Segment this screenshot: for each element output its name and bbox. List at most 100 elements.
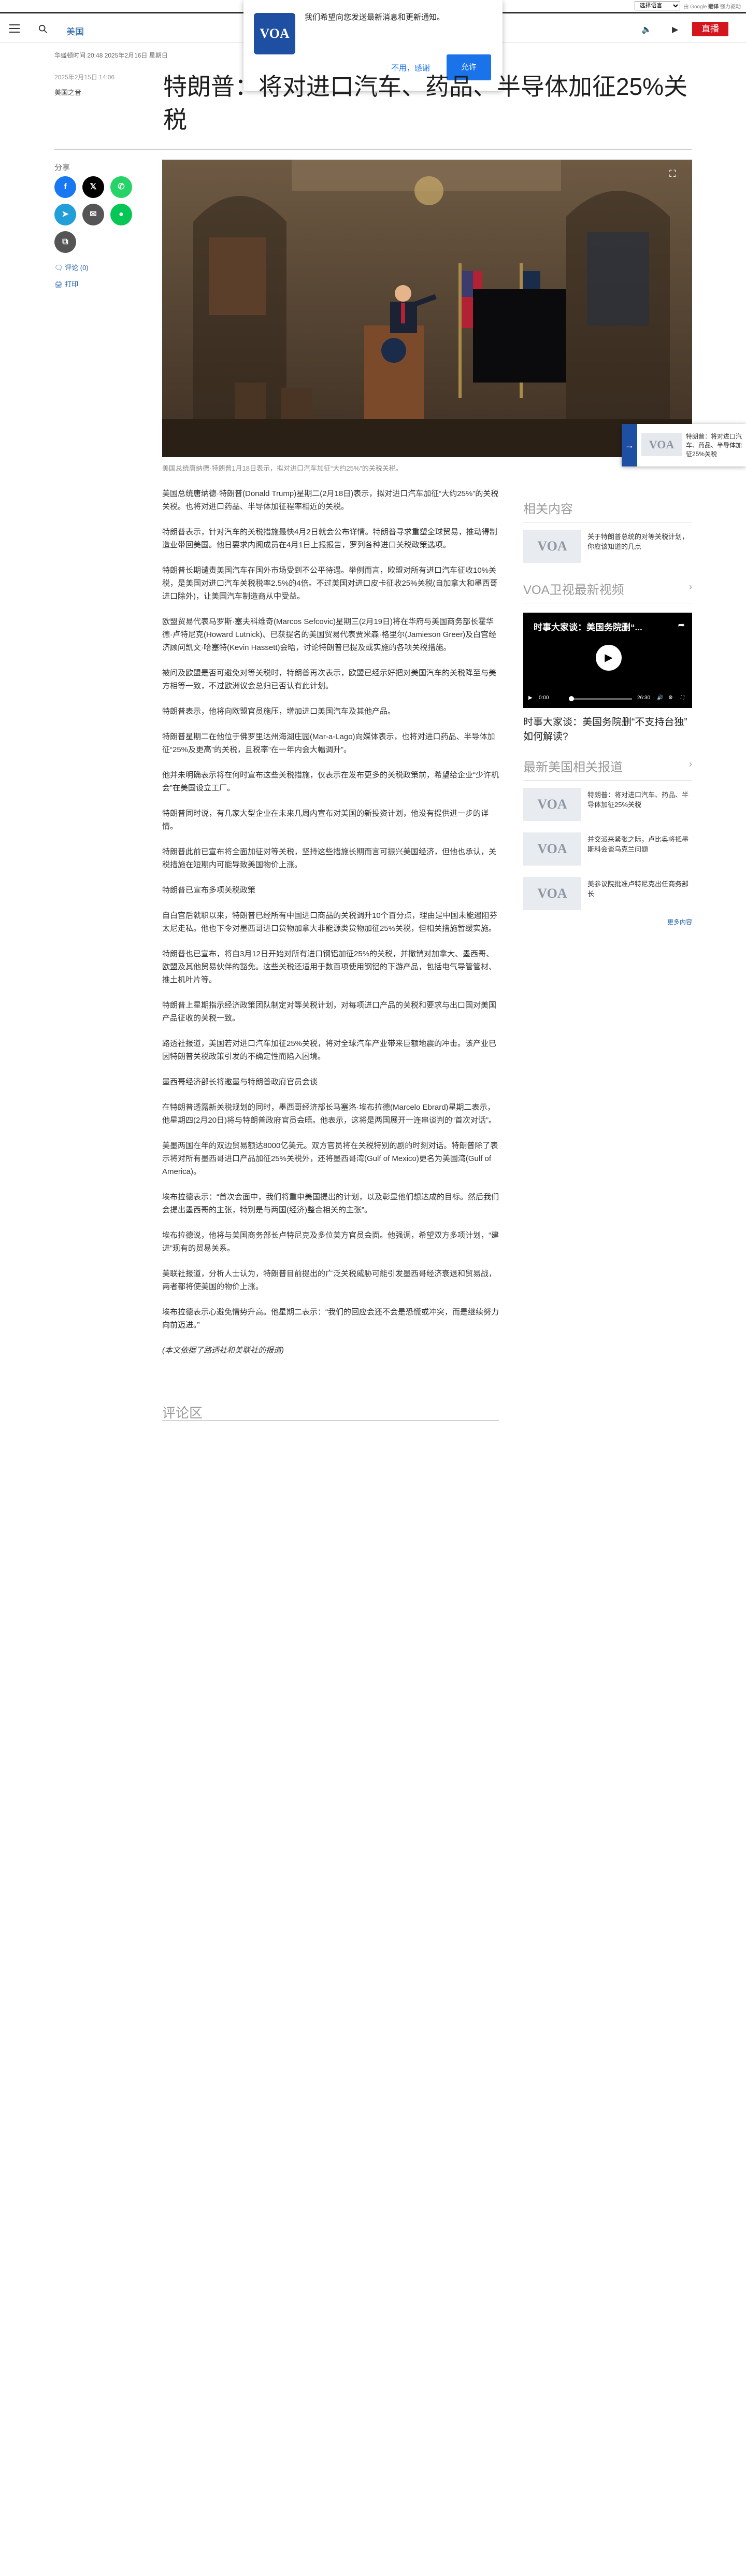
share-label: 分享	[54, 163, 70, 172]
voa-thumbnail-logo: VOA	[523, 877, 581, 910]
search-icon[interactable]	[38, 24, 48, 34]
article-source: 美国之音	[54, 89, 82, 96]
video-section-title[interactable]: VOA卫视最新视频 ›	[523, 579, 692, 603]
whatsapp-share-icon[interactable]: ✆	[110, 176, 132, 198]
paragraph: 埃布拉德表示：“首次会面中，我们将重申美国提出的计划，以及彰显他们想达成的目标。…	[162, 1193, 499, 1214]
play-icon[interactable]: ▶	[596, 645, 622, 671]
article-body: 美国总统唐纳德·特朗普(Donald Trump)星期二(2月18日)表示，拟对…	[162, 487, 499, 1369]
x-share-icon[interactable]: 𝕏	[82, 176, 104, 198]
source-note: (本文依据了路透社和美联社的报道)	[162, 1346, 284, 1355]
latest-item-text[interactable]: 美参议院批准卢特尼克出任商务部长	[587, 879, 691, 899]
paragraph: 特朗普上星期指示经济政策团队制定对等关税计划，对每项进口产品的关税和要求与出口国…	[162, 1001, 497, 1023]
print-link[interactable]: 🖨 打印	[54, 279, 78, 289]
audio-icon[interactable]: 🔈	[641, 24, 652, 35]
comments-divider	[162, 1420, 499, 1421]
related-item-text[interactable]: 关于特朗普总统的对等关税计划，你应该知道的几点	[587, 532, 691, 551]
sidebar-related: 相关内容 VOA 关于特朗普总统的对等关税计划，你应该知道的几点	[523, 499, 692, 567]
related-title: 相关内容	[523, 499, 692, 522]
paragraph: 特朗普同时说，有几家大型企业在未来几周内宣布对美国的新投资计划，他没有提供进一步…	[162, 809, 489, 831]
page-title: 特朗普：将对进口汽车、药品、半导体加征25%关税	[163, 73, 688, 133]
latest-item[interactable]: VOA 并交派来紧张之际，卢比奥将抵墨斯科会谈乌克兰问题	[523, 832, 692, 870]
paragraph: 特朗普表示，针对汽车的关税措施最快4月2日就会公布详情。特朗普寻求重塑全球贸易，…	[162, 528, 497, 549]
duration: 26:30	[637, 695, 651, 701]
latest-item-text[interactable]: 特朗普：将对进口汽车、药品、半导体加征25%关税	[587, 790, 691, 810]
comment-icon: 🗨	[54, 264, 65, 272]
paragraph: 美国总统唐纳德·特朗普(Donald Trump)星期二(2月18日)表示，拟对…	[162, 489, 499, 511]
voa-thumbnail-logo: VOA	[523, 530, 581, 563]
publish-date: 2025年2月15日 14:06	[54, 74, 115, 81]
title-divider	[54, 149, 692, 150]
powered-prefix: 由 Google	[683, 4, 707, 10]
print-icon: 🖨	[54, 280, 65, 288]
email-share-icon[interactable]: ✉	[82, 204, 104, 225]
paragraph: 欧盟贸易代表马罗斯·塞夫科维奇(Marcos Sefcovic)星期三(2月19…	[162, 617, 497, 652]
subheading: 特朗普已宣布多项关税政策	[162, 886, 256, 895]
latest-title-text: 最新美国相关报道	[523, 760, 623, 774]
more-link[interactable]: 更多内容	[523, 917, 692, 926]
paragraph: 埃布拉德说，他将与美国商务部长卢特尼克及多位美方官员会面。他强调，希望双方多项计…	[162, 1231, 499, 1253]
image-caption: 美国总统唐纳德·特朗普1月18日表示，拟对进口汽车加征“大约25%”的关税关税。	[162, 464, 403, 472]
video-caption[interactable]: 时事大家谈：美国务院删“不支持台独” 如何解读?	[523, 715, 692, 744]
volume-icon[interactable]: 🔊	[657, 695, 663, 701]
comments-link-label: 评论 (0)	[65, 264, 89, 272]
notification-message: 我们希望向您发送最新消息和更新通知。	[305, 13, 445, 22]
chevron-right-icon: ›	[689, 759, 692, 769]
dateline: 华盛顿时间 20:48 2025年2月16日 星期日	[54, 52, 168, 59]
paragraph: 被问及欧盟是否可避免对等关税时，特朗普再次表示，欧盟已经示好把对美国汽车的关税降…	[162, 669, 497, 690]
paragraph: 埃布拉德表示心避免情势升高。他星期二表示：“我们的回应会还不会是恐慌或冲突，而是…	[162, 1308, 499, 1329]
telegram-share-icon[interactable]: ➤	[54, 204, 76, 225]
voa-thumbnail-logo: VOA	[523, 788, 581, 821]
latest-item[interactable]: VOA 特朗普：将对进口汽车、药品、半导体加征25%关税	[523, 788, 692, 825]
latest-item[interactable]: VOA 美参议院批准卢特尼克出任商务部长	[523, 877, 692, 914]
paragraph: 自白宫后就职以来，特朗普已经所有中国进口商品的关税调升10个百分点，理由是中国未…	[162, 911, 497, 933]
sidebar-latest: 最新美国相关报道 › VOA 特朗普：将对进口汽车、药品、半导体加征25%关税 …	[523, 757, 692, 926]
sidebar-video: VOA卫视最新视频 › 时事大家谈：美国务院删“... ➦ ▶ ▶ 0:00 2…	[523, 579, 692, 744]
fullscreen-icon[interactable]: ⛶	[669, 168, 683, 182]
settings-icon[interactable]: ⚙	[668, 695, 673, 701]
video-overlay-title: 时事大家谈：美国务院删“...	[534, 622, 642, 632]
play-small-icon[interactable]: ▶	[528, 695, 533, 701]
paragraph: 特朗普长期谴责美国汽车在国外市场受到不公平待遇。举例而言，欧盟对所有进口汽车征收…	[162, 566, 498, 601]
video-icon[interactable]: ▶	[672, 24, 678, 35]
paragraph: 特朗普也已宣布，将自3月12日开始对所有进口钢铝加征25%的关税，并撤销对加拿大…	[162, 950, 497, 984]
comments-link[interactable]: 🗨 评论 (0)	[54, 262, 89, 272]
progress-track[interactable]	[570, 698, 632, 700]
paragraph: 美联社报道，分析人士认为，特朗普目前提出的广泛关税威胁可能引发墨西哥经济衰退和贸…	[162, 1269, 497, 1291]
video-player[interactable]: 时事大家谈：美国务院删“... ➦ ▶ ▶ 0:00 26:30 🔊 ⚙ ⛶	[523, 613, 692, 708]
share-icon[interactable]: ➦	[678, 620, 685, 630]
menu-icon[interactable]	[9, 24, 20, 33]
facebook-share-icon[interactable]: f	[54, 176, 76, 198]
line-share-icon[interactable]: ●	[110, 204, 132, 225]
section-link-us[interactable]: 美国	[66, 24, 84, 37]
paragraph: 美墨两国在年的双边贸易额达8000亿美元。双方官员将在关税特别的剧的时刻对话。特…	[162, 1141, 498, 1176]
powered-brand[interactable]: 翻译	[708, 4, 719, 10]
translate-controls: 选择语言 由 Google 翻译 强力驱动	[635, 1, 741, 10]
voa-thumbnail-logo: VOA	[641, 433, 682, 456]
related-item[interactable]: VOA 关于特朗普总统的对等关税计划，你应该知道的几点	[523, 530, 692, 567]
paragraph: 特朗普星期二在他位于佛罗里达州海湖庄园(Mar-a-Lago)向媒体表示，也将对…	[162, 732, 495, 754]
voa-logo: VOA	[254, 13, 295, 54]
powered-suffix: 强力驱动	[720, 4, 741, 10]
copy-link-icon[interactable]: ⧉	[54, 231, 76, 253]
hero-photo-illustration	[162, 160, 692, 457]
paragraph: 特朗普此前已宣布将全面加征对等关税，坚持这些措施长期而言可振兴美国经济，但他也承…	[162, 847, 497, 869]
paragraph: 他并未明确表示将在何时宣布这些关税措施，仅表示在发布更多的关税政策前，希望给企业…	[162, 771, 499, 792]
latest-title[interactable]: 最新美国相关报道 ›	[523, 757, 692, 781]
fullscreen-small-icon[interactable]: ⛶	[681, 695, 684, 701]
language-select[interactable]: 选择语言	[635, 1, 681, 10]
progress-handle[interactable]	[569, 696, 574, 701]
live-button[interactable]: 直播	[692, 22, 728, 36]
arrow-right-icon[interactable]: →	[622, 424, 637, 466]
latest-item-text[interactable]: 并交派来紧张之际，卢比奥将抵墨斯科会谈乌克兰问题	[587, 834, 691, 854]
paragraph: 在特朗普透露新关税规划的同时，墨西哥经济部长马塞洛·埃布拉德(Marcelo E…	[162, 1103, 497, 1125]
subheading: 墨西哥经济部长将邀墨与特朗普政府官员会谈	[162, 1078, 318, 1086]
print-link-label: 打印	[65, 280, 79, 288]
video-controls: ▶ 0:00 26:30 🔊 ⚙ ⛶	[523, 689, 692, 708]
video-section-title-text: VOA卫视最新视频	[523, 583, 624, 597]
powered-by-text: 由 Google 翻译 强力驱动	[683, 2, 741, 10]
paragraph: 特朗普表示，他将向欧盟官员施压，增加进口美国汽车及其他产品。	[162, 707, 396, 716]
current-time: 0:00	[539, 695, 549, 701]
floating-card-text: 特朗普：将对进口汽车、药品、半导体加征25%关税	[686, 433, 742, 458]
floating-related-card[interactable]: → VOA 特朗普：将对进口汽车、药品、半导体加征25%关税	[622, 424, 746, 466]
voa-thumbnail-logo: VOA	[523, 832, 581, 866]
